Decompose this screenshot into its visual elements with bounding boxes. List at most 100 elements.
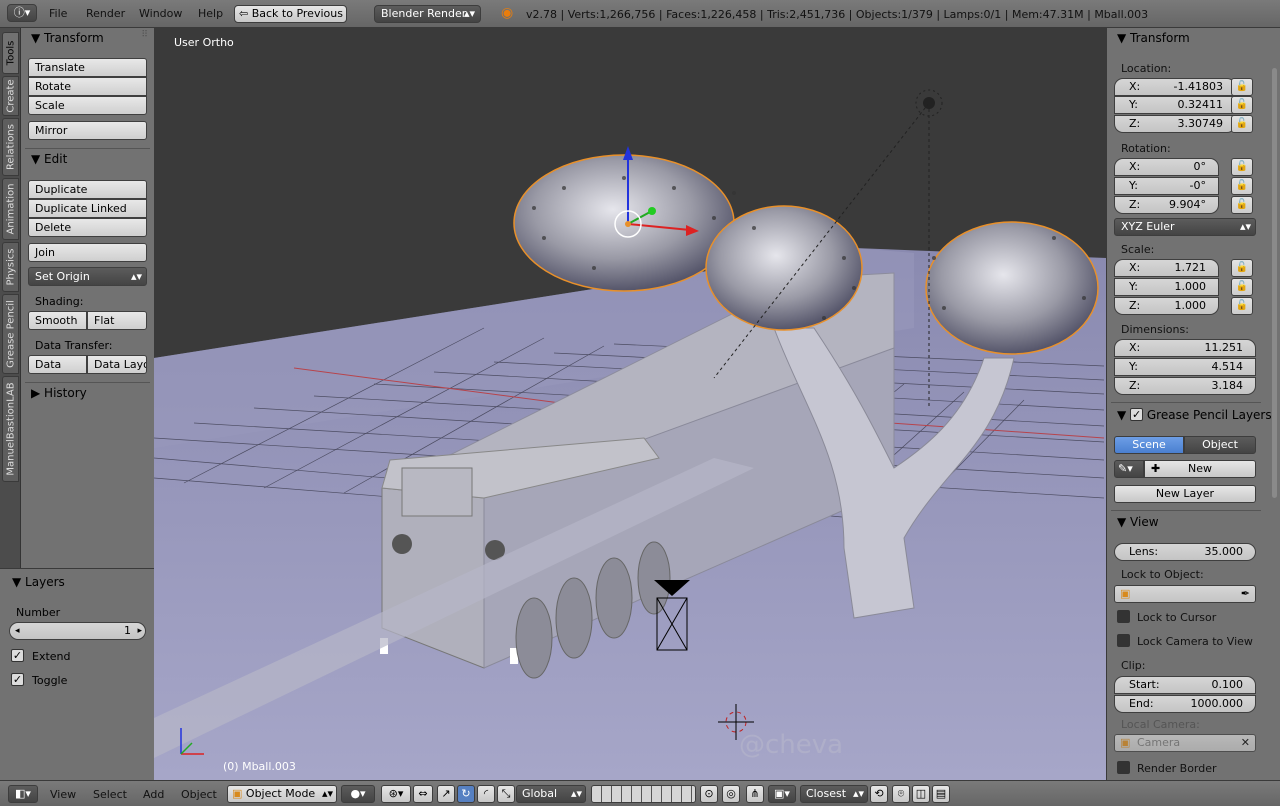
local-camera-field[interactable]: ▣ Camera ✕	[1114, 734, 1256, 752]
dimensions-x-field[interactable]: X: 11.251	[1114, 339, 1256, 357]
mirror-button[interactable]: Mirror	[28, 121, 147, 140]
grease-pencil-browse-button[interactable]: ✎▾	[1114, 460, 1144, 478]
lock-location-x-icon[interactable]: 🔓	[1231, 78, 1253, 96]
snap-align-rotation-icon[interactable]: ⟲	[870, 785, 888, 803]
location-z-field[interactable]: Z: 3.30749	[1114, 115, 1236, 133]
snap-target-select[interactable]: Closest ▴▾	[800, 785, 868, 803]
rotate-button[interactable]: Rotate	[28, 77, 147, 96]
editor-type-button[interactable]: ⓘ▾	[7, 4, 37, 22]
scrollbar[interactable]	[1272, 68, 1277, 498]
flat-button[interactable]: Flat	[87, 311, 147, 330]
scale-manipulator-icon[interactable]: ◜	[477, 785, 495, 803]
interaction-mode-select[interactable]: ▣ Object Mode ▴▾	[227, 785, 337, 803]
tab-animation[interactable]: Animation	[2, 178, 19, 240]
3d-viewport[interactable]: User Ortho (0) Mball.003 @cheva	[154, 28, 1106, 780]
extend-checkbox[interactable]: ✓	[11, 649, 24, 662]
snap-element-select[interactable]: ▣▾	[768, 785, 796, 803]
tab-manuelbastionlab[interactable]: ManuelBastionLAB	[2, 376, 19, 482]
location-x-field[interactable]: X: -1.41803	[1114, 78, 1236, 96]
grease-scene-tab[interactable]: Scene	[1114, 436, 1184, 454]
lock-location-z-icon[interactable]: 🔓	[1231, 115, 1253, 133]
lock-layers-icon[interactable]: ⊙	[700, 785, 718, 803]
lens-field[interactable]: Lens: 35.000	[1114, 543, 1256, 561]
view-panel-header[interactable]: ▼ View	[1117, 515, 1159, 529]
new-grease-pencil-button[interactable]: ✚ New	[1144, 460, 1256, 478]
opengl-render-icon[interactable]: ◫	[912, 785, 930, 803]
back-to-previous-button[interactable]: ⇦ Back to Previous	[234, 5, 347, 23]
menu-select[interactable]: Select	[93, 788, 127, 801]
opengl-animation-icon[interactable]: ▤	[932, 785, 950, 803]
delete-button[interactable]: Delete	[28, 218, 147, 237]
join-button[interactable]: Join	[28, 243, 147, 262]
scale-tool-icon[interactable]: ⤡	[497, 785, 515, 803]
dimensions-y-field[interactable]: Y: 4.514	[1114, 358, 1256, 376]
location-y-field[interactable]: Y: 0.32411	[1114, 96, 1236, 114]
lock-object-field[interactable]: ▣ ✒	[1114, 585, 1256, 603]
transform-orientation-select[interactable]: Global ▴▾	[516, 785, 586, 803]
editor-type-button[interactable]: ◧▾	[8, 785, 38, 803]
grease-pencil-layers-header[interactable]: ▼ ✓ Grease Pencil Layers	[1117, 408, 1272, 422]
lock-to-cursor-checkbox[interactable]	[1117, 610, 1130, 623]
lock-location-y-icon[interactable]: 🔓	[1231, 96, 1253, 114]
set-origin-select[interactable]: Set Origin ▴▾	[28, 267, 147, 286]
viewport-shading-select[interactable]: ●▾	[341, 785, 375, 803]
rotate-manipulator-icon[interactable]: ↻	[457, 785, 475, 803]
smooth-button[interactable]: Smooth	[28, 311, 87, 330]
data-layout-button[interactable]: Data Layo	[87, 355, 147, 374]
rotation-x-field[interactable]: X: 0°	[1114, 158, 1219, 176]
lock-scale-y-icon[interactable]: 🔓	[1231, 278, 1253, 296]
tab-relations[interactable]: Relations	[2, 118, 19, 176]
rotation-z-field[interactable]: Z: 9.904°	[1114, 196, 1219, 214]
layer-number-field[interactable]: ◂ 1 ▸	[9, 622, 146, 640]
lock-rotation-z-icon[interactable]: 🔓	[1231, 196, 1253, 214]
clear-icon[interactable]: ✕	[1241, 735, 1250, 751]
menu-view[interactable]: View	[50, 788, 76, 801]
menu-file[interactable]: File	[49, 7, 67, 20]
scale-x-field[interactable]: X: 1.721	[1114, 259, 1219, 277]
translate-button[interactable]: Translate	[28, 58, 147, 77]
tab-physics[interactable]: Physics	[2, 242, 19, 292]
menu-render[interactable]: Render	[86, 7, 125, 20]
drag-grip-icon[interactable]: ⠿	[141, 30, 148, 40]
lock-rotation-y-icon[interactable]: 🔓	[1231, 177, 1253, 195]
clip-end-field[interactable]: End: 1000.000	[1114, 695, 1256, 713]
lock-scale-z-icon[interactable]: 🔓	[1231, 297, 1253, 315]
render-icon[interactable]: ⌾	[892, 785, 910, 803]
proportional-edit-icon[interactable]: ◎	[722, 785, 740, 803]
edit-panel-header[interactable]: ▼ Edit	[31, 152, 67, 166]
menu-window[interactable]: Window	[139, 7, 182, 20]
translate-manipulator-icon[interactable]: ↗	[437, 785, 455, 803]
lock-rotation-x-icon[interactable]: 🔓	[1231, 158, 1253, 176]
clip-start-field[interactable]: Start: 0.100	[1114, 676, 1256, 694]
rotation-y-field[interactable]: Y: -0°	[1114, 177, 1219, 195]
duplicate-button[interactable]: Duplicate	[28, 180, 147, 199]
manipulator-toggle[interactable]: ⇔	[413, 785, 433, 803]
eyedropper-icon[interactable]: ✒	[1241, 586, 1250, 602]
tab-grease-pencil[interactable]: Grease Pencil	[2, 294, 19, 374]
rotation-mode-select[interactable]: XYZ Euler ▴▾	[1114, 218, 1256, 236]
grease-object-tab[interactable]: Object	[1184, 436, 1256, 454]
menu-help[interactable]: Help	[198, 7, 223, 20]
toggle-checkbox[interactable]: ✓	[11, 673, 24, 686]
layers-panel-header[interactable]: ▼ Layers	[12, 575, 65, 589]
snap-toggle-icon[interactable]: ⋔	[746, 785, 764, 803]
lock-scale-x-icon[interactable]: 🔓	[1231, 259, 1253, 277]
menu-object[interactable]: Object	[181, 788, 217, 801]
pivot-point-select[interactable]: ⊛▾	[381, 785, 411, 803]
history-panel-header[interactable]: ▶ History	[31, 386, 87, 400]
dimensions-z-field[interactable]: Z: 3.184	[1114, 377, 1256, 395]
render-engine-select[interactable]: Blender Render ▴▾	[374, 5, 481, 23]
menu-add[interactable]: Add	[143, 788, 164, 801]
lock-camera-to-view-checkbox[interactable]	[1117, 634, 1130, 647]
scale-button[interactable]: Scale	[28, 96, 147, 115]
tab-create[interactable]: Create	[2, 76, 19, 116]
scale-y-field[interactable]: Y: 1.000	[1114, 278, 1219, 296]
data-transfer-button[interactable]: Data	[28, 355, 87, 374]
transform-panel-header[interactable]: ▼ Transform	[1117, 31, 1190, 45]
scale-z-field[interactable]: Z: 1.000	[1114, 297, 1219, 315]
layer-buttons[interactable]	[591, 785, 696, 803]
new-layer-button[interactable]: New Layer	[1114, 485, 1256, 503]
transform-panel-header[interactable]: ▼ Transform	[31, 31, 104, 45]
tab-tools[interactable]: Tools	[2, 32, 19, 74]
duplicate-linked-button[interactable]: Duplicate Linked	[28, 199, 147, 218]
